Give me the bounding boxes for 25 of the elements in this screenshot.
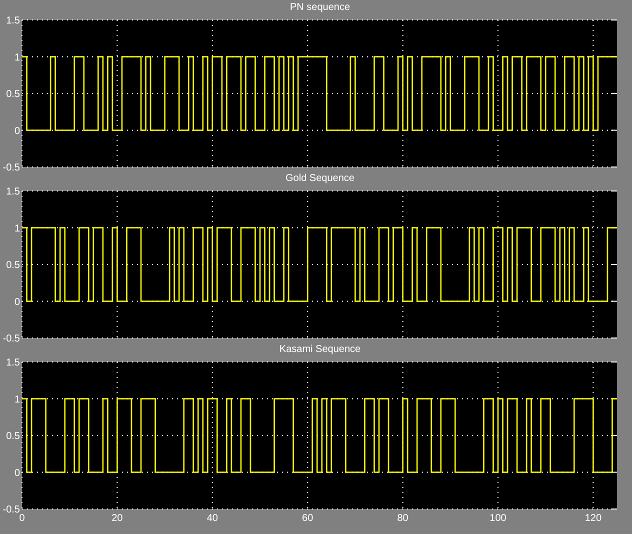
y-tick-label: 0 <box>14 468 20 479</box>
x-tick-label: 100 <box>490 513 506 524</box>
y-tick-label: -0.5 <box>2 334 20 344</box>
y-tick-label: 1 <box>14 52 20 64</box>
y-tick-label: -0.5 <box>2 162 20 173</box>
y-tick-label: -0.5 <box>2 504 20 516</box>
y-tick-label: 1.5 <box>6 16 20 26</box>
y-tick-label: 0.5 <box>6 89 20 100</box>
chart-title: PN sequence <box>290 2 350 14</box>
y-tick-label: 1.5 <box>6 186 20 198</box>
y-tick-label: 1 <box>14 394 20 406</box>
y-tick-label: 0 <box>14 126 20 137</box>
x-tick-label: 80 <box>397 513 408 524</box>
x-tick-label: 40 <box>206 513 218 524</box>
x-tick-label: 120 <box>584 513 602 524</box>
y-tick-label: 1 <box>14 223 20 234</box>
chart-title: Gold Sequence <box>286 173 354 185</box>
y-tick-label: 1.5 <box>6 358 20 368</box>
x-tick-label: 20 <box>112 513 123 524</box>
y-tick-label: 0 <box>14 296 20 308</box>
chart-title: Kasami Sequence <box>279 344 361 356</box>
x-tick-label: 60 <box>302 513 314 524</box>
y-tick-label: 0.5 <box>6 431 20 442</box>
x-tick-label: 0 <box>19 513 25 524</box>
y-tick-label: 0.5 <box>6 260 20 271</box>
